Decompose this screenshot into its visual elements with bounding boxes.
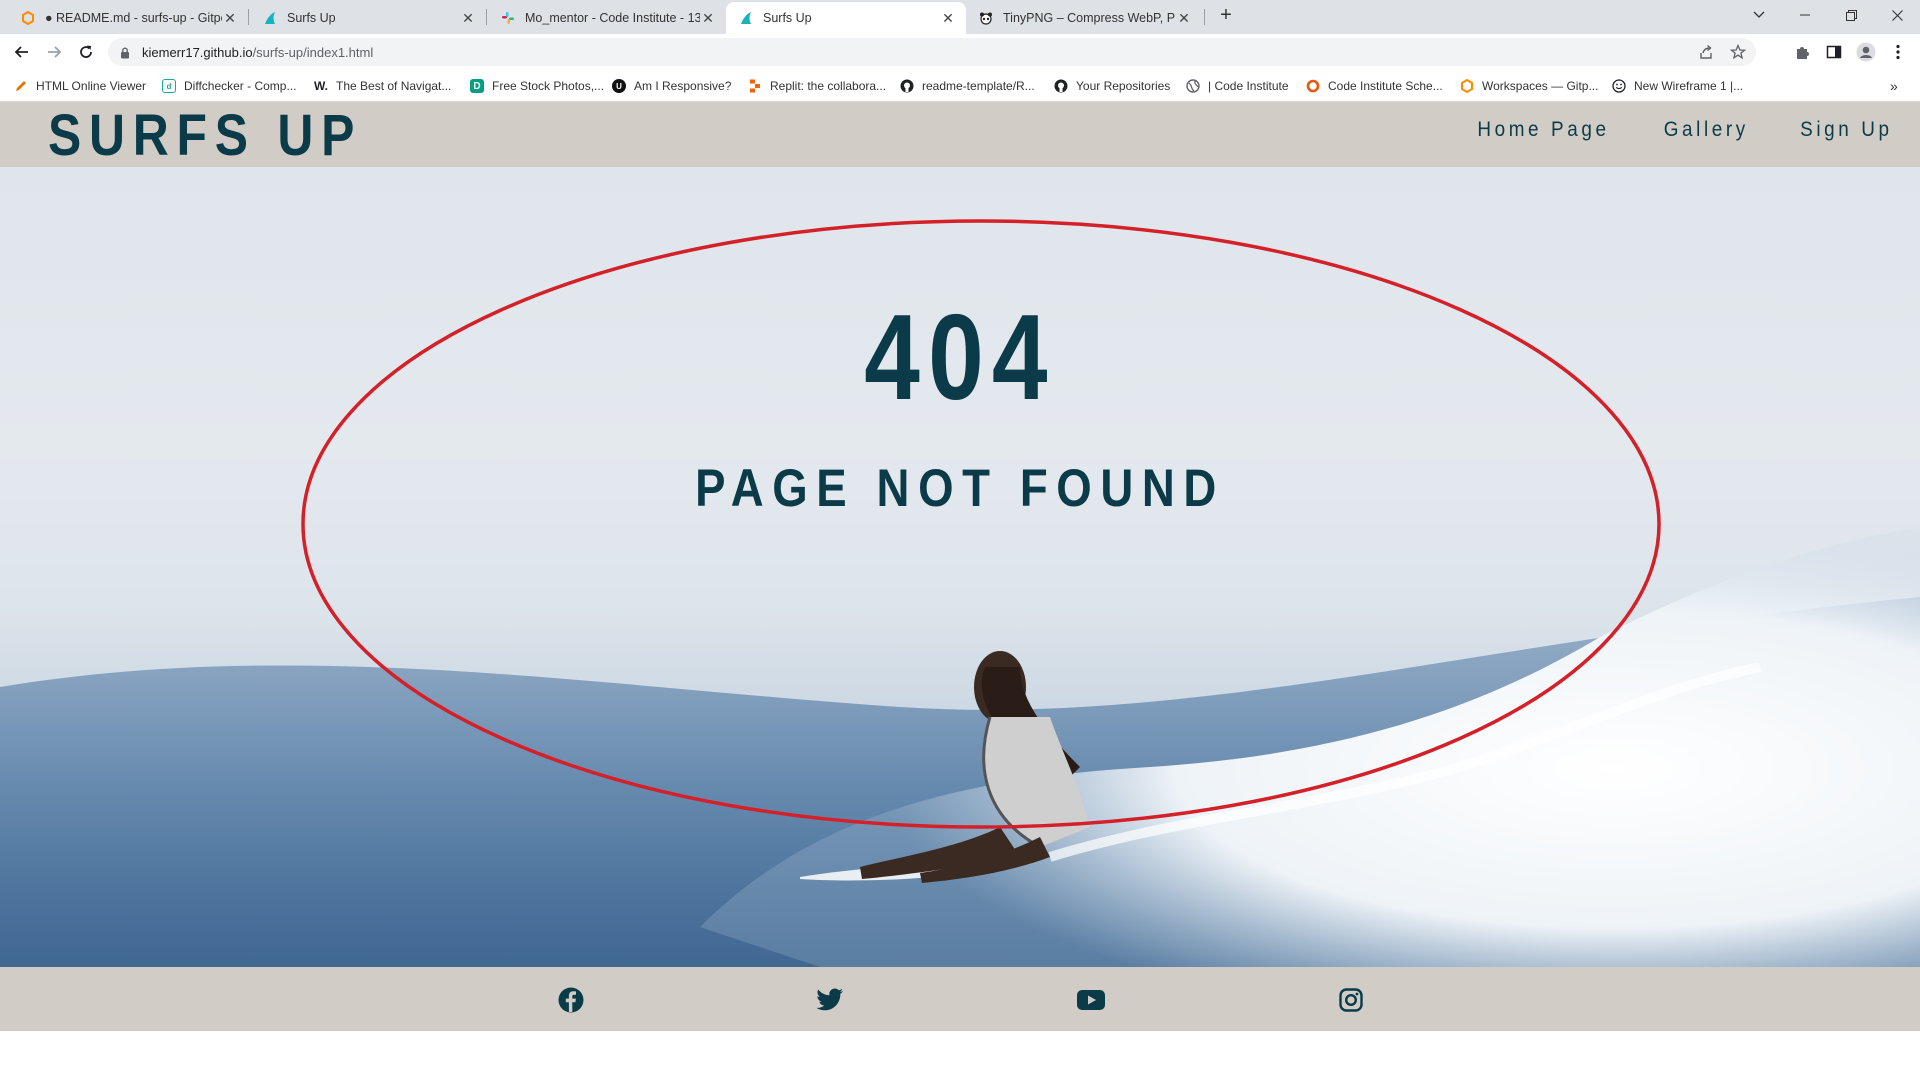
error-message: PAGE NOT FOUND bbox=[695, 459, 1225, 518]
bookmark-code-institute-schedule[interactable]: Code Institute Sche... bbox=[1306, 77, 1443, 95]
tab-search-chevron-icon[interactable] bbox=[1736, 0, 1782, 30]
bookmark-label: Am I Responsive? bbox=[634, 79, 732, 93]
bookmark-your-repositories[interactable]: Your Repositories bbox=[1054, 77, 1170, 95]
browser-toolbar: kiemerr17.github.io/surfs-up/index1.html bbox=[0, 34, 1920, 70]
extensions-puzzle-icon[interactable] bbox=[1792, 42, 1812, 62]
bookmark-label: Replit: the collabora... bbox=[770, 79, 887, 93]
bookmark-diffchecker[interactable]: d Diffchecker - Comp... bbox=[162, 77, 296, 95]
close-icon[interactable]: ✕ bbox=[940, 10, 956, 27]
instagram-icon[interactable] bbox=[1337, 986, 1365, 1014]
error-code: 404 bbox=[864, 289, 1056, 425]
w-icon: W. bbox=[314, 79, 328, 93]
bookmark-replit[interactable]: Replit: the collabora... bbox=[748, 77, 886, 95]
reload-icon[interactable] bbox=[74, 40, 98, 64]
tab-separator bbox=[248, 9, 249, 25]
profile-avatar-icon[interactable] bbox=[1856, 42, 1876, 62]
d-icon: D bbox=[470, 79, 484, 93]
bookmark-label: New Wireframe 1 |... bbox=[1634, 79, 1744, 93]
bookmark-label: | Code Institute bbox=[1208, 79, 1289, 93]
url-path: /surfs-up/index1.html bbox=[252, 45, 374, 60]
tab-title: Surfs Up bbox=[287, 11, 336, 25]
bookmark-code-institute[interactable]: | Code Institute bbox=[1186, 77, 1289, 95]
close-icon[interactable]: ✕ bbox=[460, 10, 476, 27]
ring-icon bbox=[1306, 79, 1320, 93]
site-footer bbox=[0, 967, 1920, 1031]
bookmark-html-online-viewer[interactable]: HTML Online Viewer bbox=[14, 77, 146, 95]
nav-link-gallery[interactable]: Gallery bbox=[1663, 118, 1748, 142]
bookmark-workspaces-gitpod[interactable]: Workspaces — Gitp... bbox=[1460, 77, 1598, 95]
bookmark-free-stock-photos[interactable]: D Free Stock Photos,... bbox=[470, 77, 604, 95]
close-window-button[interactable] bbox=[1874, 0, 1920, 30]
url-host: kiemerr17.github.io bbox=[142, 45, 253, 60]
close-icon[interactable]: ✕ bbox=[222, 10, 238, 27]
twitter-icon[interactable] bbox=[816, 986, 844, 1014]
tab-slack-mentor[interactable]: Mo_mentor - Code Institute - 13 ✕ bbox=[488, 2, 726, 34]
bookmark-readme-template[interactable]: readme-template/R... bbox=[900, 77, 1035, 95]
star-icon[interactable] bbox=[1729, 43, 1747, 60]
tab-title: Mo_mentor - Code Institute - 13 bbox=[525, 11, 700, 25]
nav-link-sign-up[interactable]: Sign Up bbox=[1800, 118, 1892, 142]
github-icon bbox=[900, 79, 914, 93]
bookmark-label: The Best of Navigat... bbox=[336, 79, 452, 93]
hero-background-image: 404 PAGE NOT FOUND bbox=[0, 167, 1920, 967]
bookmark-new-wireframe[interactable]: New Wireframe 1 |... bbox=[1612, 77, 1743, 95]
page-viewport: SURFS UP Home Page Gallery Sign Up 404 P… bbox=[0, 102, 1920, 1080]
nav-link-home-page[interactable]: Home Page bbox=[1477, 118, 1609, 142]
bookmark-label: HTML Online Viewer bbox=[36, 79, 147, 93]
tab-separator bbox=[486, 9, 487, 25]
share-icon[interactable] bbox=[1698, 44, 1714, 60]
bookmarks-bar: HTML Online Viewer d Diffchecker - Comp.… bbox=[0, 70, 1920, 102]
close-icon[interactable]: ✕ bbox=[700, 10, 716, 27]
bookmark-navigation[interactable]: W. The Best of Navigat... bbox=[314, 77, 451, 95]
new-tab-button[interactable]: + bbox=[1214, 4, 1238, 28]
tab-readme-gitpod[interactable]: ● README.md - surfs-up - Gitpod ✕ bbox=[8, 2, 248, 34]
bookmarks-overflow-button[interactable]: » bbox=[1890, 77, 1898, 95]
smiley-icon bbox=[1612, 79, 1626, 93]
facebook-icon[interactable] bbox=[557, 986, 585, 1014]
overflow-chevron-icon: » bbox=[1890, 78, 1898, 94]
gitpod-icon bbox=[1460, 79, 1474, 93]
tab-surfs-up[interactable]: Surfs Up ✕ bbox=[250, 2, 486, 34]
tab-surfs-up-active[interactable]: Surfs Up ✕ bbox=[726, 2, 966, 34]
github-icon bbox=[1054, 79, 1068, 93]
menu-kebab-icon[interactable] bbox=[1888, 42, 1908, 62]
bookmark-label: Workspaces — Gitp... bbox=[1482, 79, 1599, 93]
site-header: SURFS UP Home Page Gallery Sign Up bbox=[0, 102, 1920, 168]
forward-arrow-icon[interactable] bbox=[42, 40, 66, 64]
bookmark-label: Code Institute Sche... bbox=[1328, 79, 1443, 93]
surfer-wave-illustration bbox=[0, 527, 1920, 967]
youtube-icon[interactable] bbox=[1077, 986, 1105, 1014]
bookmark-label: readme-template/R... bbox=[922, 79, 1035, 93]
back-arrow-icon[interactable] bbox=[10, 40, 34, 64]
browser-tab-strip: ● README.md - surfs-up - Gitpod ✕ Surfs … bbox=[0, 0, 1920, 34]
tab-separator bbox=[1204, 9, 1205, 25]
pen-icon bbox=[14, 79, 28, 93]
lock-icon bbox=[120, 46, 130, 64]
globe-icon bbox=[1186, 79, 1200, 93]
tab-title: Surfs Up bbox=[763, 11, 812, 25]
address-bar[interactable]: kiemerr17.github.io/surfs-up/index1.html bbox=[108, 38, 1756, 66]
tab-tinypng[interactable]: TinyPNG – Compress WebP, PNG ✕ bbox=[966, 2, 1202, 34]
tab-title: ● README.md - surfs-up - Gitpod bbox=[45, 11, 222, 25]
bookmark-label: Your Repositories bbox=[1076, 79, 1171, 93]
tab-title: TinyPNG – Compress WebP, PNG bbox=[1003, 11, 1176, 25]
bookmark-am-i-responsive[interactable]: U Am I Responsive? bbox=[612, 77, 731, 95]
restore-button[interactable] bbox=[1828, 0, 1874, 30]
close-icon[interactable]: ✕ bbox=[1176, 10, 1192, 27]
gitpod-icon bbox=[20, 10, 36, 26]
diffchecker-icon: d bbox=[162, 79, 176, 93]
surfs-up-fin-icon bbox=[262, 10, 278, 26]
panda-icon bbox=[978, 10, 994, 26]
bookmark-label: Free Stock Photos,... bbox=[492, 79, 605, 93]
site-nav: Home Page Gallery Sign Up bbox=[1428, 118, 1898, 142]
url-text: kiemerr17.github.io/surfs-up/index1.html bbox=[142, 45, 373, 60]
surfs-up-fin-icon bbox=[738, 10, 754, 26]
minimize-button[interactable] bbox=[1782, 0, 1828, 30]
bookmark-label: Diffchecker - Comp... bbox=[184, 79, 297, 93]
replit-icon bbox=[748, 79, 762, 93]
ui-icon: U bbox=[612, 79, 626, 93]
site-logo[interactable]: SURFS UP bbox=[48, 104, 362, 168]
slack-icon bbox=[500, 10, 516, 26]
side-panel-icon[interactable] bbox=[1824, 42, 1844, 62]
